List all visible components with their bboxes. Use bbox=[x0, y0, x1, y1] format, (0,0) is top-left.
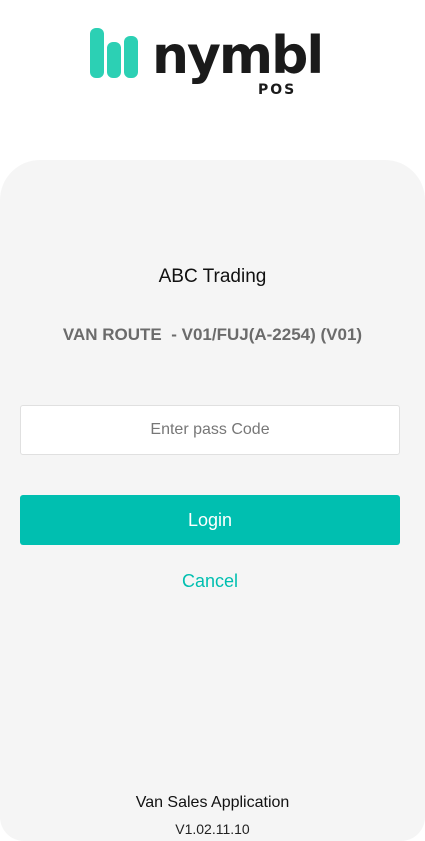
cancel-button[interactable]: Cancel bbox=[160, 566, 260, 596]
login-screen: nymbl POS ABC Trading VAN ROUTE - V01/FU… bbox=[0, 0, 425, 841]
bars-logo-icon bbox=[90, 28, 138, 78]
van-route-label: VAN ROUTE - V01/FUJ(A-2254) (V01) bbox=[62, 325, 363, 344]
nymbl-pos-logo: nymbl POS bbox=[90, 26, 324, 100]
app-version: V1.02.11.10 bbox=[175, 821, 250, 837]
logo-wordmark: nymbl bbox=[152, 26, 324, 86]
login-card: ABC Trading VAN ROUTE - V01/FUJ(A-2254) … bbox=[0, 160, 425, 841]
app-name: Van Sales Application bbox=[135, 794, 290, 811]
passcode-input[interactable] bbox=[20, 405, 400, 455]
company-name: ABC Trading bbox=[158, 266, 267, 287]
login-button[interactable]: Login bbox=[20, 495, 400, 545]
logo-subtitle: POS bbox=[258, 82, 297, 98]
